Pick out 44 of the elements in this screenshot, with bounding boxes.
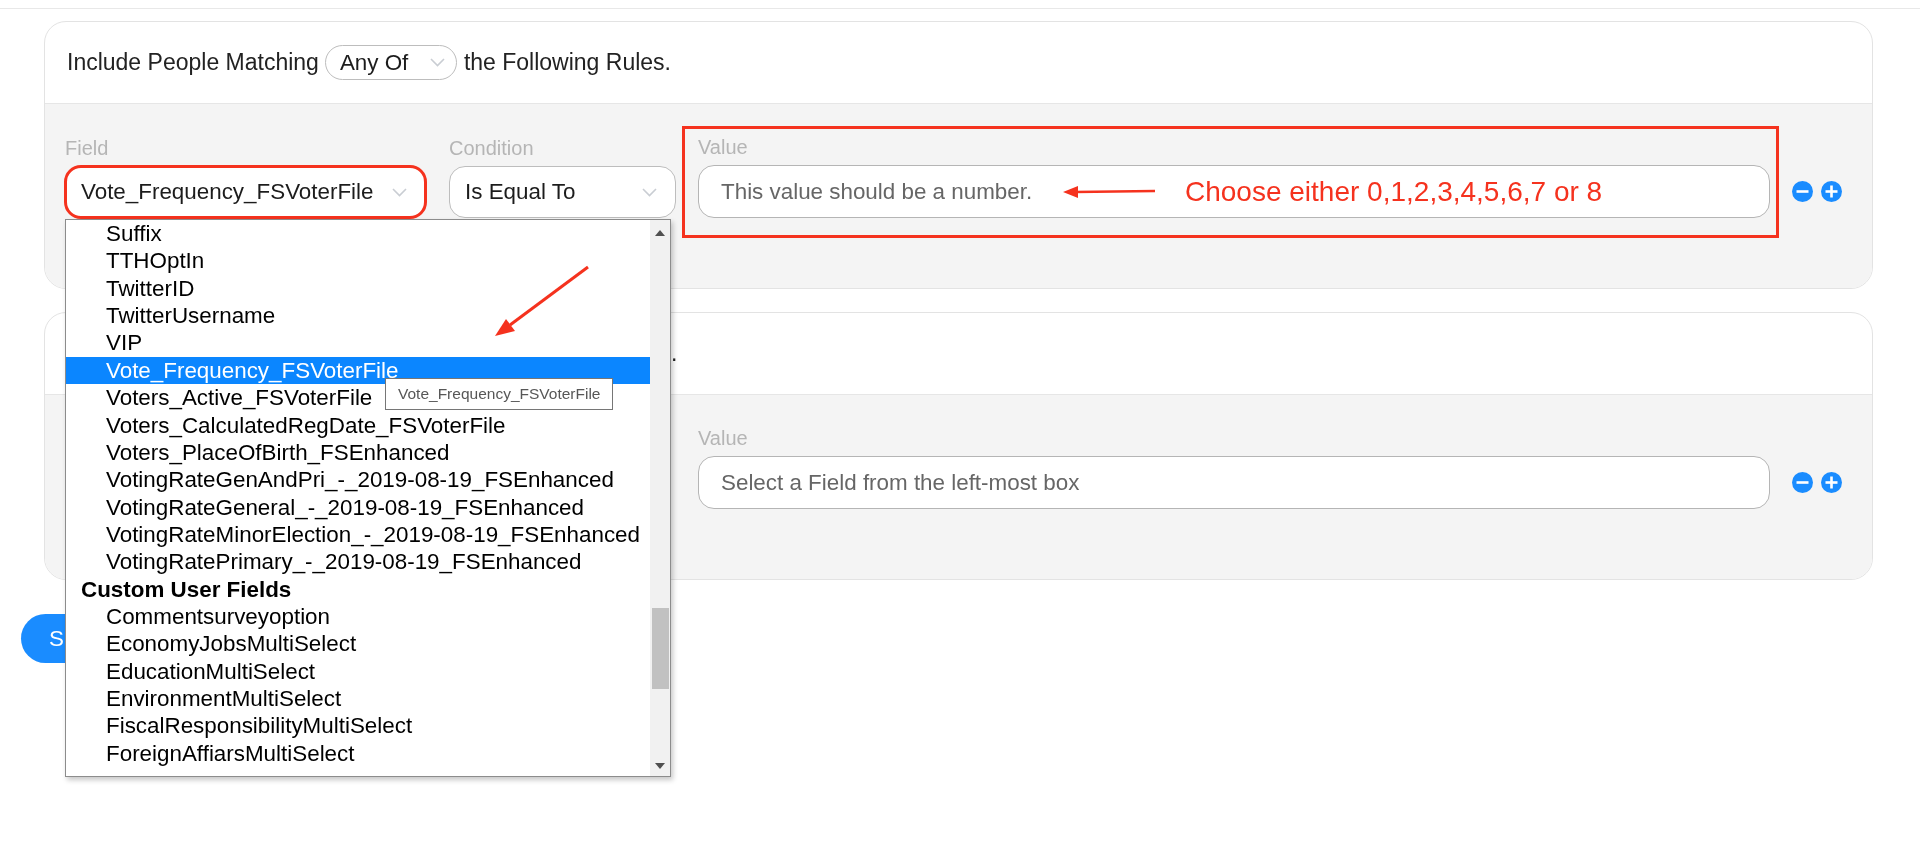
scrollbar-thumb[interactable] — [651, 608, 669, 689]
dropdown-option[interactable]: VotingRateGeneral_-_2019-08-19_FSEnhanced — [66, 493, 584, 521]
dropdown-option[interactable]: EconomyJobsMultiSelect — [66, 630, 357, 658]
field-label: Field — [65, 136, 109, 160]
field-label: Value — [698, 135, 748, 159]
option-group-label: Custom User Fields — [80, 575, 292, 604]
tooltip: Vote_Frequency_FSVoterFile — [385, 378, 614, 410]
dropdown-option[interactable]: ForeignAffiarsMultiSelect — [66, 739, 355, 768]
scroll-up-icon[interactable] — [655, 230, 665, 236]
dropdown-option[interactable]: TwitterUsername — [66, 302, 276, 330]
dropdown-option[interactable]: TwitterID — [66, 274, 195, 303]
match-mode-select[interactable]: Any Of — [324, 45, 457, 80]
rule-text: . — [671, 340, 678, 367]
rule-text: the Following Rules. — [463, 49, 671, 76]
dropdown-option[interactable]: Voters_Active_FSVoterFile — [66, 384, 373, 412]
dropdown-option[interactable]: VIP — [66, 329, 143, 357]
chevron-down-icon — [642, 187, 657, 197]
condition-select[interactable]: Is Equal To — [449, 166, 676, 218]
minus-circle-icon[interactable] — [1792, 181, 1813, 202]
scroll-down-icon[interactable] — [655, 763, 665, 769]
dropdown-option[interactable]: Commentsurveyoption — [66, 603, 330, 631]
annotation-note: Choose either 0,1,2,3,4,5,6,7 or 8 — [1185, 175, 1603, 208]
plus-circle-icon[interactable] — [1821, 472, 1842, 493]
dropdown-option[interactable]: TTHOptIn — [66, 247, 205, 275]
plus-circle-icon[interactable] — [1821, 181, 1842, 202]
dropdown-option[interactable]: VotingRateMinorElection_-_2019-08-19_FSEnhanced — [66, 520, 640, 549]
dropdown-option[interactable]: Voters_PlaceOfBirth_FSEnhanced — [66, 438, 450, 467]
dropdown-option[interactable]: EnvironmentMultiSelect — [66, 685, 342, 713]
scrollbar-track[interactable] — [650, 220, 670, 776]
value-input[interactable]: Select a Field from the left-most box — [698, 456, 1770, 509]
field-label: Condition — [449, 136, 534, 160]
dropdown-option[interactable]: VotingRateGenAndPri_-_2019-08-19_FSEnhanced — [66, 466, 614, 494]
chevron-down-icon — [429, 58, 445, 67]
dropdown-option[interactable]: Vote_Frequency_FSVoterFile — [66, 356, 650, 385]
dropdown-option[interactable]: Suffix — [66, 220, 162, 248]
dropdown-option[interactable]: Voters_CalculatedRegDate_FSVoterFile — [66, 411, 506, 439]
field-label: Value — [698, 426, 748, 450]
chevron-down-icon — [392, 187, 407, 197]
dropdown-option[interactable]: VotingRatePrimary_-_2019-08-19_FSEnhanced — [66, 548, 582, 576]
dropdown-option[interactable]: EducationMultiSelect — [66, 657, 316, 686]
dropdown-option[interactable]: FiscalResponsibilityMultiSelect — [66, 712, 413, 740]
field-select[interactable]: Vote_Frequency_FSVoterFile — [65, 166, 426, 218]
rule-text: Include People Matching — [67, 49, 319, 76]
minus-circle-icon[interactable] — [1792, 472, 1813, 493]
